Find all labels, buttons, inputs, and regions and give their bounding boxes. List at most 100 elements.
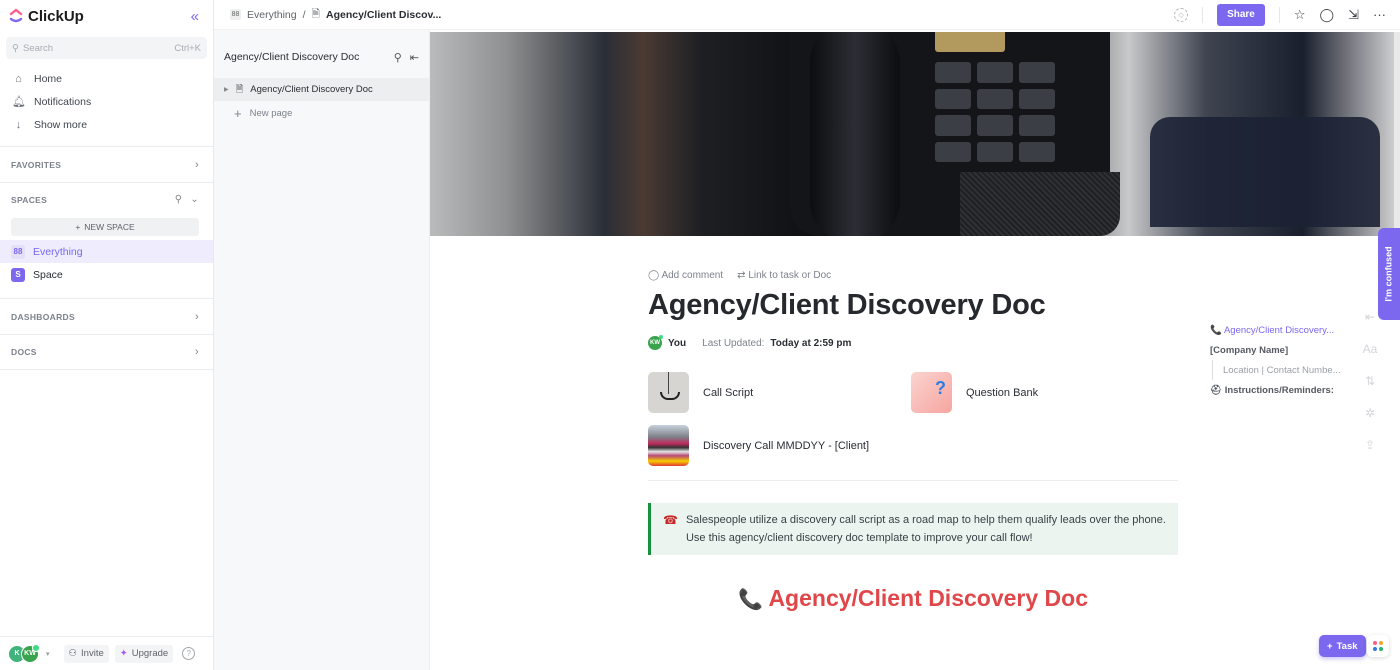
- doc-icon: 🗎: [235, 83, 244, 95]
- home-icon: ⌂: [15, 72, 22, 85]
- new-page-label: New page: [249, 107, 293, 119]
- space-everything-label: Everything: [33, 245, 83, 258]
- collapse-panel-icon[interactable]: ⇤: [410, 51, 419, 64]
- dashboards-label: DASHBOARDS: [11, 311, 75, 322]
- outline-item[interactable]: 📞 Agency/Client Discovery...: [1210, 320, 1350, 340]
- user-avatars[interactable]: K KW: [8, 643, 48, 663]
- space-everything[interactable]: 88 Everything: [0, 240, 213, 263]
- subpage-question-bank[interactable]: ? Question Bank: [911, 372, 1174, 413]
- top-actions: ◇ Share ☆ ◯ ⇲ ···: [1174, 3, 1386, 26]
- link-label: Link to task or Doc: [748, 270, 832, 281]
- subpage-label: Question Bank: [966, 386, 1039, 399]
- outline-item[interactable]: Location | Contact Numbe...: [1212, 360, 1350, 380]
- last-updated-label: Last Updated:: [702, 337, 765, 349]
- apps-grid-icon[interactable]: [1367, 635, 1389, 657]
- scrollbar[interactable]: [1394, 32, 1400, 232]
- text-format-icon[interactable]: Aa: [1363, 342, 1378, 356]
- add-user-icon: ⚇: [68, 648, 78, 659]
- doc-actions: ◯ Add comment ⇄ Link to task or Doc: [648, 270, 1178, 281]
- help-icon[interactable]: ?: [182, 647, 196, 660]
- left-sidebar: ClickUp « ⚲ Search Ctrl+K ⌂ Home 🔔︎ Noti…: [0, 0, 214, 670]
- tree-header: Agency/Client Discovery Doc ⚲ ⇤: [214, 30, 429, 84]
- caret-right-icon[interactable]: ▶: [224, 86, 229, 93]
- callout-block[interactable]: ☎ Salespeople utilize a discovery call s…: [648, 503, 1178, 555]
- invite-button[interactable]: ⚇ Invite: [63, 644, 109, 663]
- add-comment-label: Add comment: [661, 270, 724, 281]
- section-docs[interactable]: DOCS ›: [0, 334, 213, 370]
- plus-icon: +: [234, 105, 242, 121]
- chevron-down-icon[interactable]: ⌄: [190, 194, 199, 205]
- section-spaces[interactable]: SPACES ⚲ ⌄: [0, 182, 213, 216]
- more-icon[interactable]: ···: [1373, 7, 1386, 22]
- star-icon[interactable]: ☆: [1294, 7, 1306, 23]
- page-title[interactable]: Agency/Client Discovery Doc: [648, 289, 1178, 322]
- share-button[interactable]: Share: [1217, 3, 1265, 26]
- breadcrumb-doc[interactable]: Agency/Client Discov...: [326, 9, 441, 21]
- callout-text[interactable]: Salespeople utilize a discovery call scr…: [686, 511, 1166, 547]
- right-toolbar: ⇤ Aa ⇅ ✲ ⇪: [1360, 310, 1380, 452]
- search-input[interactable]: ⚲ Search Ctrl+K: [6, 37, 207, 59]
- new-page-button[interactable]: + New page: [214, 101, 429, 125]
- app-name: ClickUp: [28, 7, 84, 25]
- space-space[interactable]: S Space: [0, 263, 213, 286]
- divider: [1202, 6, 1204, 23]
- share-export-icon[interactable]: ⇪: [1365, 438, 1375, 452]
- clickup-logo[interactable]: ClickUp: [8, 8, 84, 25]
- author-name: You: [668, 337, 687, 349]
- tree-title: Agency/Client Discovery Doc: [224, 51, 360, 63]
- subpage-call-script[interactable]: Call Script: [648, 372, 911, 413]
- logo-row: ClickUp «: [0, 0, 213, 32]
- search-spaces-icon[interactable]: ⚲: [175, 194, 183, 205]
- spaces-label: SPACES: [11, 194, 48, 205]
- nav-notifications[interactable]: 🔔︎ Notifications: [0, 90, 213, 113]
- subpage-discovery-call[interactable]: Discovery Call MMDDYY - [Client]: [648, 425, 911, 466]
- nav-show-more-label: Show more: [34, 118, 88, 131]
- outline-item[interactable]: ⛑ Instructions/Reminders:: [1210, 380, 1350, 400]
- comment-icon: ◯: [648, 270, 660, 281]
- new-space-button[interactable]: + NEW SPACE: [11, 218, 199, 236]
- tree-item[interactable]: ▶ 🗎 Agency/Client Discovery Doc: [214, 78, 429, 101]
- comment-icon[interactable]: ◯: [1320, 7, 1335, 23]
- doc-meta: KW You Last Updated: Today at 2:59 pm: [648, 335, 1178, 350]
- magic-wand-icon[interactable]: ✲: [1365, 406, 1375, 420]
- download-icon[interactable]: ⇲: [1348, 7, 1359, 23]
- relationship-icon[interactable]: ⇅: [1365, 374, 1375, 388]
- add-task-button[interactable]: + Task: [1319, 635, 1366, 657]
- chevron-right-icon: ›: [195, 310, 199, 323]
- doc-icon: 🗎: [311, 7, 320, 20]
- collapse-outline-icon[interactable]: ⇤: [1365, 310, 1375, 324]
- chevron-right-icon: ›: [195, 158, 199, 171]
- search-icon[interactable]: ⚲: [394, 51, 402, 64]
- task-label: Task: [1336, 640, 1358, 652]
- upgrade-button[interactable]: ✦ Upgrade: [114, 644, 174, 663]
- cover-phone-receiver: [810, 32, 900, 236]
- feedback-tab-label: I'm confused: [1384, 246, 1394, 302]
- nav-show-more[interactable]: ↓ Show more: [0, 113, 213, 136]
- search-icon: ⚲: [12, 42, 19, 54]
- collapse-sidebar-icon[interactable]: «: [191, 8, 205, 25]
- plus-icon: +: [1327, 640, 1333, 652]
- nav-home[interactable]: ⌂ Home: [0, 67, 213, 90]
- link-task-button[interactable]: ⇄ Link to task or Doc: [737, 270, 831, 281]
- feedback-tab[interactable]: I'm confused: [1378, 228, 1400, 320]
- divider: [1278, 6, 1280, 23]
- cover-image: [430, 32, 1400, 236]
- avatar: KW: [648, 335, 663, 350]
- top-bar: 88 Everything / 🗎 Agency/Client Discov..…: [214, 0, 1400, 30]
- phone-receiver-icon: 📞: [737, 589, 763, 611]
- add-comment-button[interactable]: ◯ Add comment: [648, 270, 723, 281]
- breadcrumb-everything[interactable]: Everything: [247, 9, 297, 21]
- outline-item[interactable]: [Company Name]: [1210, 340, 1350, 360]
- tag-icon[interactable]: ◇: [1174, 7, 1189, 22]
- bell-icon: 🔔︎: [12, 96, 26, 108]
- section-dashboards[interactable]: DASHBOARDS ›: [0, 298, 213, 334]
- everything-icon: 88: [11, 244, 25, 259]
- subpage-label: Discovery Call MMDDYY - [Client]: [703, 439, 870, 452]
- search-shortcut: Ctrl+K: [174, 42, 201, 54]
- last-updated-value: Today at 2:59 pm: [770, 337, 852, 349]
- breadcrumb: 88 Everything / 🗎 Agency/Client Discov..…: [230, 6, 441, 24]
- section-heading[interactable]: 📞 Agency/Client Discovery Doc: [648, 585, 1178, 612]
- link-icon: ⇄: [737, 270, 746, 281]
- section-favorites[interactable]: FAVORITES ›: [0, 146, 213, 182]
- breadcrumb-separator: /: [302, 8, 306, 21]
